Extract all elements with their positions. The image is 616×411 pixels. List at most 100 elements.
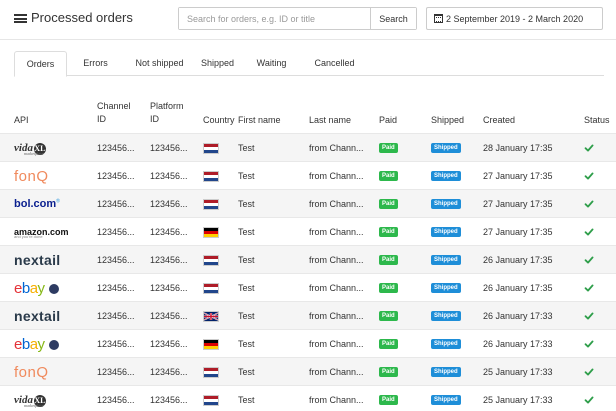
- ebay-seal-icon: [48, 283, 59, 294]
- column-header-shipped[interactable]: Shipped: [431, 114, 464, 127]
- column-header-api[interactable]: API: [14, 114, 29, 127]
- first-name-cell: Test: [238, 255, 255, 265]
- column-header-first-name[interactable]: First name: [238, 114, 281, 127]
- status-check-icon: [584, 284, 594, 292]
- column-header-channel-id-line1: Channel: [97, 101, 131, 111]
- column-header-paid[interactable]: Paid: [379, 114, 397, 127]
- paid-badge: Paid: [379, 395, 398, 405]
- ebay-wordmark: ebay: [14, 280, 59, 297]
- status-check-icon: [584, 172, 594, 180]
- last-name-cell: from Chann...: [309, 227, 364, 237]
- column-header-platform-id[interactable]: Platform ID: [150, 100, 184, 126]
- column-header-channel-id-line2: ID: [97, 114, 106, 124]
- column-header-created[interactable]: Created: [483, 114, 515, 127]
- created-cell: 28 January 17:35: [483, 143, 553, 153]
- vidaxl-wordmark: vidaXL marketplace: [14, 141, 46, 156]
- status-check-icon: [584, 228, 594, 236]
- first-name-cell: Test: [238, 143, 255, 153]
- table-row[interactable]: fonQ 123456... 123456... Test from Chann... P…: [0, 161, 616, 189]
- calendar-icon: [434, 14, 443, 23]
- platform-id-cell: 123456...: [150, 367, 188, 377]
- last-name-cell: from Chann...: [309, 255, 364, 265]
- vidaxl-logo: vidaXL marketplace: [14, 391, 46, 409]
- shipped-badge: Shipped: [431, 199, 461, 209]
- channel-id-cell: 123456...: [97, 339, 135, 349]
- shipped-badge: Shipped: [431, 367, 461, 377]
- column-header-last-name[interactable]: Last name: [309, 114, 351, 127]
- table-row[interactable]: bol.com® 123456... 123456... Test from Chann…: [0, 189, 616, 217]
- table-row[interactable]: nextail 123456... 123456... Test from Chann.…: [0, 301, 616, 329]
- platform-id-cell: 123456...: [150, 171, 188, 181]
- last-name-cell: from Chann...: [309, 367, 364, 377]
- ebay-wordmark: ebay: [14, 336, 59, 353]
- column-header-channel-id[interactable]: Channel ID: [97, 100, 131, 126]
- last-name-cell: from Chann...: [309, 171, 364, 181]
- shipped-badge: Shipped: [431, 227, 461, 237]
- platform-id-cell: 123456...: [150, 311, 188, 321]
- column-header-status[interactable]: Status: [584, 114, 610, 127]
- first-name-cell: Test: [238, 171, 255, 181]
- shipped-badge: Shipped: [431, 283, 461, 293]
- country-flag-nl-icon: [203, 199, 219, 210]
- shipped-badge: Shipped: [431, 143, 461, 153]
- fonq-logo: fonQ: [14, 363, 49, 381]
- platform-id-cell: 123456...: [150, 283, 188, 293]
- paid-badge: Paid: [379, 171, 398, 181]
- country-flag-nl-icon: [203, 143, 219, 154]
- amazon-logo: amazon.com and you're done: [14, 223, 69, 241]
- last-name-cell: from Chann...: [309, 283, 364, 293]
- search-bar: Search: [178, 7, 417, 30]
- paid-badge: Paid: [379, 143, 398, 153]
- channel-id-cell: 123456...: [97, 199, 135, 209]
- status-check-icon: [584, 368, 594, 376]
- last-name-cell: from Chann...: [309, 311, 364, 321]
- paid-badge: Paid: [379, 339, 398, 349]
- platform-id-cell: 123456...: [150, 255, 188, 265]
- first-name-cell: Test: [238, 311, 255, 321]
- tab-errors[interactable]: Errors: [67, 51, 124, 76]
- page-header: Processed orders Search 2 September 2019…: [0, 0, 616, 40]
- table-row[interactable]: fonQ 123456... 123456... Test from Chann... P…: [0, 357, 616, 385]
- fonq-wordmark: fonQ: [14, 167, 49, 185]
- tab-not-shipped[interactable]: Not shipped: [124, 51, 195, 76]
- paid-badge: Paid: [379, 367, 398, 377]
- platform-id-cell: 123456...: [150, 227, 188, 237]
- fonq-logo: fonQ: [14, 167, 49, 185]
- fonq-wordmark: fonQ: [14, 363, 49, 381]
- shipped-badge: Shipped: [431, 255, 461, 265]
- date-range-picker[interactable]: 2 September 2019 - 2 March 2020: [426, 7, 603, 30]
- status-check-icon: [584, 312, 594, 320]
- column-header-platform-id-line1: Platform: [150, 101, 184, 111]
- channel-id-cell: 123456...: [97, 283, 135, 293]
- table-row[interactable]: vidaXL marketplace 123456... 123456... Test f…: [0, 385, 616, 411]
- table-row[interactable]: ebay 123456... 123456... Test from Chann... P…: [0, 273, 616, 301]
- table-row[interactable]: vidaXL marketplace 123456... 123456... Test f…: [0, 133, 616, 161]
- channel-id-cell: 123456...: [97, 227, 135, 237]
- table-row[interactable]: ebay 123456... 123456... Test from Chann... P…: [0, 329, 616, 357]
- vidaxl-logo: vidaXL marketplace: [14, 139, 46, 157]
- last-name-cell: from Chann...: [309, 339, 364, 349]
- status-check-icon: [584, 144, 594, 152]
- nextail-logo: nextail: [14, 307, 60, 325]
- table-header: API Channel ID Platform ID Country First…: [0, 97, 616, 131]
- paid-badge: Paid: [379, 311, 398, 321]
- ebay-logo: ebay: [14, 335, 59, 353]
- table-row[interactable]: amazon.com and you're done 123456... 123456…: [0, 217, 616, 245]
- menu-icon[interactable]: [14, 14, 27, 23]
- tab-shipped[interactable]: Shipped: [195, 51, 240, 76]
- created-cell: 27 January 17:35: [483, 227, 553, 237]
- created-cell: 25 January 17:33: [483, 367, 553, 377]
- channel-id-cell: 123456...: [97, 367, 135, 377]
- column-header-country[interactable]: Country: [203, 114, 235, 127]
- tab-waiting[interactable]: Waiting: [240, 51, 303, 76]
- created-cell: 27 January 17:35: [483, 171, 553, 181]
- country-flag-nl-icon: [203, 367, 219, 378]
- ebay-seal-icon: [48, 339, 59, 350]
- table-row[interactable]: nextail 123456... 123456... Test from Chann.…: [0, 245, 616, 273]
- tab-orders[interactable]: Orders: [14, 51, 67, 77]
- search-input[interactable]: [179, 8, 370, 29]
- channel-id-cell: 123456...: [97, 143, 135, 153]
- search-button[interactable]: Search: [370, 8, 416, 29]
- paid-badge: Paid: [379, 227, 398, 237]
- tab-cancelled[interactable]: Cancelled: [303, 51, 366, 76]
